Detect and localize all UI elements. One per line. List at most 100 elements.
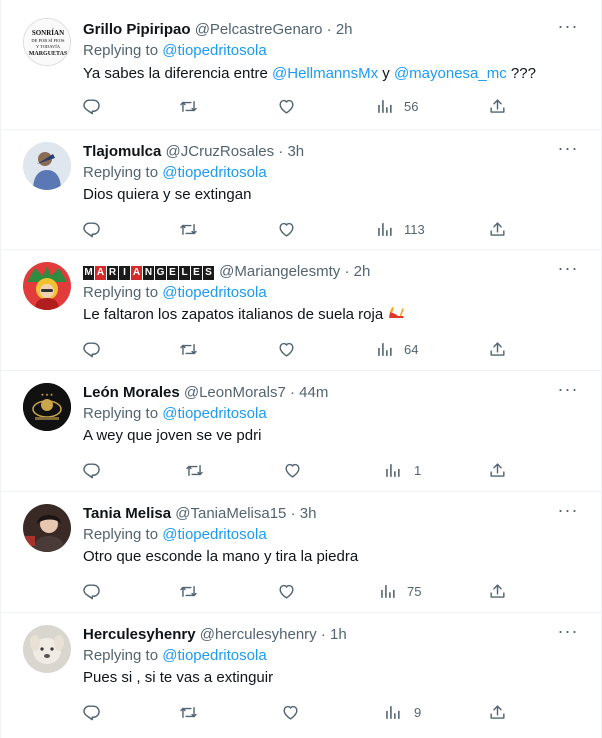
separator: · (344, 263, 350, 280)
share-button[interactable] (488, 580, 507, 602)
share-icon (488, 582, 507, 601)
views-button[interactable]: 9 (383, 701, 421, 723)
reply-tweet[interactable]: ★ ★ ★ León Morales @LeonMorals7 · 44m ··… (1, 371, 601, 492)
views-button[interactable]: 56 (375, 95, 418, 117)
tweet-text: Ya sabes la diferencia entre @HellmannsM… (83, 64, 536, 84)
avatar[interactable]: ★ ★ ★ (23, 383, 71, 431)
tweet-actions: 56 (73, 95, 513, 117)
more-icon[interactable]: ··· (555, 380, 581, 403)
user-handle[interactable]: @LeonMorals7 (184, 384, 286, 401)
retweet-button[interactable] (179, 701, 198, 723)
display-name[interactable]: Herculesyhenry (83, 626, 196, 643)
tweet-actions: 64 (73, 338, 513, 360)
replying-to-mention[interactable]: @tiopedritosola (162, 42, 266, 59)
share-button[interactable] (488, 338, 507, 360)
views-icon (375, 97, 394, 116)
display-name[interactable]: Tania Melisa (83, 505, 171, 522)
reply-tweet[interactable]: SONRÍAN DE POR SÍ FEOS Y TODAVÍA MARGUET… (1, 0, 601, 130)
user-handle[interactable]: @JCruzRosales (166, 143, 275, 160)
retweet-button[interactable] (185, 459, 204, 481)
like-button[interactable] (277, 95, 296, 117)
share-button[interactable] (488, 95, 507, 117)
like-button[interactable] (277, 338, 296, 360)
retweet-button[interactable] (179, 218, 198, 240)
avatar-photo (23, 142, 71, 190)
views-button[interactable]: 75 (378, 580, 421, 602)
display-name[interactable]: Tlajomulca (83, 143, 161, 160)
views-button[interactable]: 64 (375, 338, 418, 360)
like-button[interactable] (283, 459, 302, 481)
separator: · (320, 626, 326, 643)
share-button[interactable] (488, 701, 507, 723)
user-handle[interactable]: @herculesyhenry (200, 626, 317, 643)
share-icon (488, 461, 507, 480)
avatar[interactable] (23, 262, 71, 310)
like-icon (281, 703, 300, 722)
views-button[interactable]: 113 (375, 218, 425, 240)
retweet-button[interactable] (179, 95, 198, 117)
display-name[interactable]: León Morales (83, 384, 180, 401)
separator: · (290, 505, 296, 522)
replying-to: Replying to @tiopedritosola (83, 646, 267, 666)
user-handle[interactable]: @Mariangelesmty (219, 263, 340, 280)
replying-to-mention[interactable]: @tiopedritosola (162, 284, 266, 301)
reply-button[interactable] (82, 701, 101, 723)
reply-button[interactable] (82, 580, 101, 602)
reply-tweet[interactable]: Tlajomulca @JCruzRosales · 3h ··· Replyi… (1, 130, 601, 250)
retweet-icon (179, 220, 198, 239)
replying-to-mention[interactable]: @tiopedritosola (162, 526, 266, 543)
mention-link[interactable]: @mayonesa_mc (394, 65, 507, 82)
reply-tweet[interactable]: Herculesyhenry @herculesyhenry · 1h ··· … (1, 613, 601, 738)
timestamp[interactable]: 3h (300, 505, 317, 522)
share-icon (488, 97, 507, 116)
reply-button[interactable] (82, 218, 101, 240)
more-icon[interactable]: ··· (555, 139, 581, 162)
views-button[interactable]: 1 (383, 459, 421, 481)
name-letter: L (179, 266, 190, 280)
avatar[interactable] (23, 504, 71, 552)
replying-to: Replying to @tiopedritosola (83, 163, 267, 183)
share-button[interactable] (488, 459, 507, 481)
more-icon[interactable]: ··· (555, 501, 581, 524)
replies-feed: SONRÍAN DE POR SÍ FEOS Y TODAVÍA MARGUET… (0, 0, 602, 738)
mention-link[interactable]: @HellmannsMx (272, 65, 378, 82)
avatar[interactable] (23, 625, 71, 673)
timestamp[interactable]: 44m (299, 384, 328, 401)
reply-button[interactable] (82, 95, 101, 117)
separator: · (289, 384, 295, 401)
like-button[interactable] (277, 580, 296, 602)
display-name[interactable]: MARIANGELES (83, 263, 215, 280)
user-handle[interactable]: @PelcastreGenaro (195, 21, 323, 38)
display-name[interactable]: Grillo Pipiripao (83, 21, 191, 38)
reply-tweet[interactable]: MARIANGELES @Mariangelesmty · 2h ··· Rep… (1, 250, 601, 371)
user-handle[interactable]: @TaniaMelisa15 (175, 505, 286, 522)
replying-to-mention[interactable]: @tiopedritosola (162, 647, 266, 664)
more-icon[interactable]: ··· (555, 622, 581, 645)
timestamp[interactable]: 3h (287, 143, 304, 160)
reply-button[interactable] (82, 338, 101, 360)
replying-to-mention[interactable]: @tiopedritosola (162, 405, 266, 422)
retweet-button[interactable] (179, 580, 198, 602)
retweet-icon (179, 97, 198, 116)
avatar-text: DE POR SÍ FEOS (31, 38, 65, 43)
more-icon[interactable]: ··· (555, 259, 581, 282)
like-icon (277, 220, 296, 239)
timestamp[interactable]: 1h (330, 626, 347, 643)
views-icon (375, 340, 394, 359)
tweet-actions: 75 (73, 580, 513, 602)
like-button[interactable] (281, 701, 300, 723)
avatar[interactable]: SONRÍAN DE POR SÍ FEOS Y TODAVÍA MARGUET… (23, 18, 71, 66)
avatar[interactable] (23, 142, 71, 190)
reply-button[interactable] (82, 459, 101, 481)
reply-tweet[interactable]: Tania Melisa @TaniaMelisa15 · 3h ··· Rep… (1, 492, 601, 613)
retweet-button[interactable] (179, 338, 198, 360)
share-button[interactable] (488, 218, 507, 240)
tweet-header: MARIANGELES @Mariangelesmty · 2h (83, 262, 370, 282)
more-icon[interactable]: ··· (555, 17, 581, 40)
replying-to-mention[interactable]: @tiopedritosola (162, 164, 266, 181)
like-button[interactable] (277, 218, 296, 240)
timestamp[interactable]: 2h (336, 21, 353, 38)
high-heel-shoe-icon (389, 307, 405, 318)
avatar-text: Y TODAVÍA (36, 44, 61, 49)
timestamp[interactable]: 2h (354, 263, 371, 280)
